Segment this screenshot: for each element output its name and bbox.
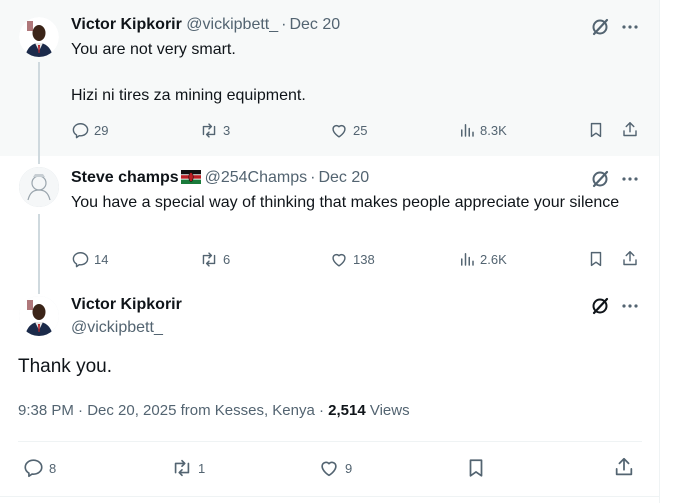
- grok-icon[interactable]: [589, 168, 611, 190]
- like-button[interactable]: 9: [317, 457, 352, 479]
- views-count: 2.6K: [480, 251, 507, 267]
- tweet-metadata: 9:38 PM · Dec 20, 2025 from Kesses, Keny…: [18, 402, 410, 419]
- author-handle[interactable]: @254Champs: [205, 169, 308, 186]
- views-count: 8.3K: [480, 122, 507, 138]
- repost-icon: [202, 252, 216, 267]
- more-icon[interactable]: [619, 295, 641, 317]
- tweet-text-line-2: Hizi ni tires za mining equipment.: [71, 87, 306, 104]
- repost-count: 1: [198, 460, 206, 476]
- repost-icon: [174, 459, 190, 477]
- reply-count: 14: [94, 252, 109, 267]
- author-name[interactable]: Victor Kipkorir: [71, 296, 182, 314]
- repost-icon: [202, 123, 216, 138]
- views-number: 2,514: [328, 402, 366, 419]
- reply-tweet-2[interactable]: Steve champs @254Champs · Dec 20 You have a…: [0, 156, 659, 286]
- tweet-text: You have a special way of thinking that …: [71, 194, 620, 211]
- timestamp-location[interactable]: 9:38 PM · Dec 20, 2025 from Kesses, Keny…: [18, 402, 328, 419]
- reply-count: 8: [49, 460, 57, 476]
- grok-icon[interactable]: [589, 16, 611, 38]
- author-handle[interactable]: @vickipbett_: [71, 319, 163, 337]
- grok-icon[interactable]: [589, 295, 611, 317]
- like-icon: [332, 253, 346, 267]
- bookmark-icon[interactable]: [587, 250, 605, 268]
- conversation-thread: Victor Kipkorir @vickipbett_ · Dec 20 You …: [0, 0, 659, 503]
- reply-button[interactable]: 29: [71, 121, 108, 140]
- repost-button[interactable]: 1: [170, 457, 205, 479]
- reply-button[interactable]: 14: [71, 250, 108, 269]
- author-handle[interactable]: @vickipbett_: [186, 16, 278, 33]
- views-label: Views: [365, 402, 410, 419]
- share-icon[interactable]: [621, 120, 639, 139]
- repost-count: 6: [223, 252, 231, 267]
- like-count: 138: [353, 252, 375, 267]
- bookmark-icon[interactable]: [587, 121, 605, 139]
- divider: [18, 441, 642, 442]
- views-button[interactable]: 2.6K: [458, 250, 507, 268]
- reply-header: Steve champs @254Champs · Dec 20: [71, 169, 369, 187]
- column-border: [659, 0, 660, 503]
- repost-button[interactable]: 6: [199, 250, 230, 269]
- reply-icon: [72, 252, 89, 268]
- repost-count: 3: [223, 123, 231, 138]
- reply-icon: [24, 459, 43, 478]
- more-icon[interactable]: [619, 16, 641, 38]
- tweet-date[interactable]: Dec 20: [289, 16, 340, 33]
- avatar[interactable]: [19, 17, 59, 57]
- thread-line: [38, 62, 40, 156]
- share-icon[interactable]: [613, 456, 635, 478]
- repost-button[interactable]: 3: [199, 121, 230, 140]
- reply-tweet-1[interactable]: Victor Kipkorir @vickipbett_ · Dec 20 You …: [0, 0, 659, 156]
- author-name[interactable]: Victor Kipkorir: [71, 16, 182, 33]
- more-icon[interactable]: [619, 168, 641, 190]
- divider-bottom: [0, 496, 659, 497]
- tweet-date[interactable]: Dec 20: [318, 169, 369, 186]
- views-icon: [461, 124, 474, 137]
- tweet-text-line-1: You are not very smart.: [71, 41, 236, 58]
- author-name[interactable]: Steve champs: [71, 169, 179, 186]
- thread-line-main: [38, 286, 40, 294]
- avatar[interactable]: [19, 167, 59, 207]
- reply-button[interactable]: 8: [22, 457, 56, 479]
- avatar[interactable]: [19, 296, 59, 336]
- tweet-text: Thank you.: [18, 356, 112, 377]
- share-icon[interactable]: [621, 249, 639, 268]
- like-icon: [332, 124, 346, 138]
- like-count: 25: [353, 123, 368, 138]
- separator-dot: ·: [310, 169, 316, 186]
- like-icon: [321, 461, 337, 477]
- like-count: 9: [345, 460, 353, 476]
- views-icon: [461, 253, 474, 266]
- like-button[interactable]: 138: [329, 250, 375, 269]
- kenya-flag-icon: [180, 170, 201, 184]
- separator-dot: ·: [281, 16, 287, 33]
- reply-icon: [72, 123, 89, 139]
- thread-line-top: [38, 156, 40, 164]
- thread-line: [38, 214, 40, 286]
- views-button[interactable]: 8.3K: [458, 121, 507, 139]
- bookmark-icon[interactable]: [465, 457, 487, 479]
- reply-count: 29: [94, 123, 109, 138]
- reply-header: Victor Kipkorir @vickipbett_ · Dec 20: [71, 16, 340, 34]
- like-button[interactable]: 25: [329, 121, 367, 140]
